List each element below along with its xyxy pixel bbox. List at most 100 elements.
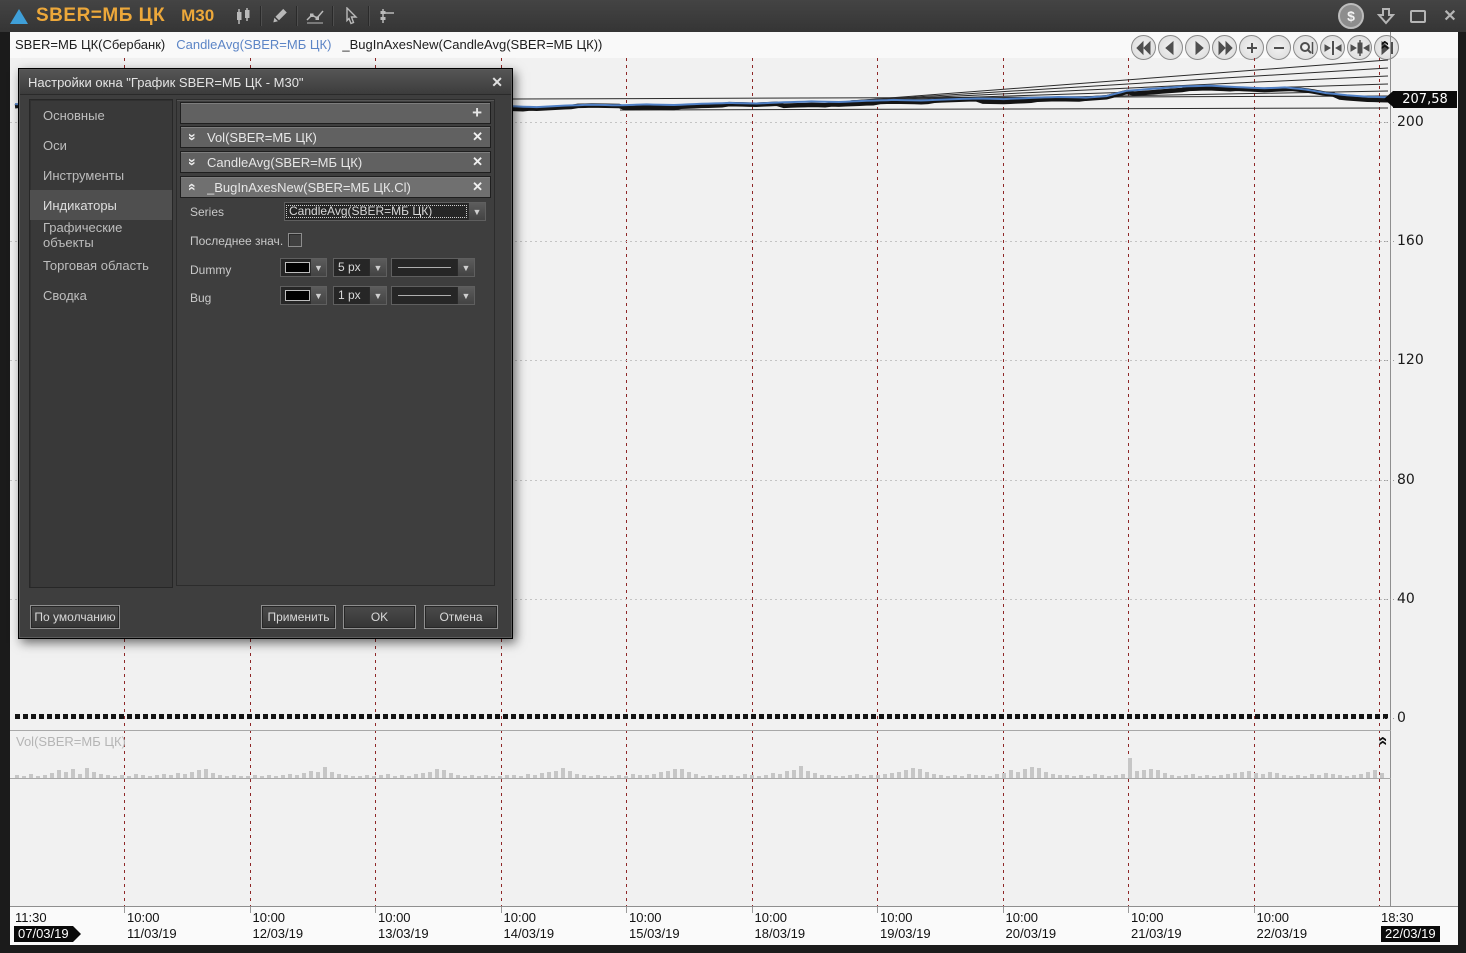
chevron-down-icon[interactable]: ▼ [310,287,326,304]
zoom-in-button[interactable] [1239,35,1264,60]
chevron-down-icon[interactable]: ▼ [468,203,485,220]
chevron-down-icon[interactable]: ▼ [369,259,386,276]
sidebar-item-3[interactable]: Индикаторы [30,190,172,220]
time-axis-tick [626,907,627,913]
volume-bar [57,770,61,778]
bug-in-axes-line [620,108,1388,110]
volume-bar [1128,758,1132,778]
volume-bar [554,771,558,778]
line-width-dropdown[interactable]: 1 px▼ [333,286,387,305]
price-badge-arrow [1384,91,1393,107]
add-indicator-row[interactable]: + [180,102,491,124]
last-value-checkbox[interactable] [288,233,302,247]
pane-separator-2[interactable] [10,778,1391,779]
sidebar-item-5[interactable]: Торговая область [30,250,172,280]
dialog-indicators-panel: + »Vol(SBER=МБ ЦК)✕»CandleAvg(SBER=МБ ЦК… [176,99,495,586]
volume-bar [904,770,908,778]
line-width-value: 5 px [334,260,369,275]
time-axis-time-label: 10:00 [1131,910,1164,925]
add-indicator-icon[interactable]: + [472,105,482,121]
line-style-dropdown[interactable]: ▼ [391,258,475,277]
volume-bar [442,770,446,778]
expand-indicator-icon[interactable]: » [185,129,201,145]
sidebar-item-2[interactable]: Инструменты [30,160,172,190]
sidebar-item-6[interactable]: Сводка [30,280,172,310]
collapse-indicator-icon[interactable]: « [185,179,201,195]
step-back-all-button[interactable] [1131,35,1156,60]
time-axis-date-label: 22/03/19 [1257,926,1308,941]
zoom-box-button[interactable] [1293,35,1318,60]
volume-bar [71,769,75,778]
volume-bar [1009,770,1013,778]
volume-bar [911,768,915,778]
pane-separator[interactable] [10,730,1391,731]
sidebar-item-4[interactable]: Графические объекты [30,220,172,250]
apply-button[interactable]: Применить [261,605,336,629]
ok-button[interactable]: OK [343,605,416,629]
y-axis-minor-tick [1384,599,1394,600]
toolbar-separator [332,6,334,26]
color-dropdown[interactable]: ▼ [280,258,327,277]
remove-indicator-icon[interactable]: ✕ [472,179,483,195]
volume-bar [1142,770,1146,778]
legend-item[interactable]: SBER=МБ ЦК(Сбербанк) [15,37,165,52]
step-forward-button[interactable] [1185,35,1210,60]
indicator-row[interactable]: »Vol(SBER=МБ ЦК)✕ [180,126,491,148]
time-axis-date-label: 07/03/19 [14,926,73,942]
download-icon[interactable] [1376,6,1396,26]
close-icon[interactable]: ✕ [1440,6,1460,26]
chevron-down-icon[interactable]: ▼ [457,287,474,304]
levels-icon[interactable] [372,3,402,29]
shrink-candles-button[interactable] [1347,35,1372,60]
shrink-horizontal-button[interactable] [1320,35,1345,60]
chevron-down-icon[interactable]: ▼ [457,259,474,276]
cancel-button[interactable]: Отмена [424,605,498,629]
volume-bar [1135,771,1139,778]
indicator-tool-icon[interactable] [300,3,330,29]
expand-indicator-icon[interactable]: » [185,154,201,170]
volume-bar [918,769,922,778]
volume-bar [680,769,684,778]
remove-indicator-icon[interactable]: ✕ [472,129,483,145]
volume-bar [204,769,208,778]
legend-item[interactable]: _BugInAxesNew(CandleAvg(SBER=МБ ЦК)) [342,37,602,52]
volume-bar [1037,768,1041,778]
color-swatch [285,290,310,301]
time-axis-tick [1003,907,1004,913]
time-axis-date-label: 18/03/19 [755,926,806,941]
chevron-down-icon[interactable]: ▼ [369,287,386,304]
time-axis: 11:3007/03/1910:0011/03/1910:0012/03/191… [10,906,1458,945]
time-axis-time-label: 10:00 [629,910,662,925]
dialog-sidebar: ОсновныеОсиИнструментыИндикаторыГрафичес… [29,99,173,588]
indicator-row[interactable]: «_BugInAxesNew(SBER=МБ ЦК.Cl)✕ [180,176,491,198]
dialog-close-icon[interactable]: ✕ [491,74,503,91]
default-button[interactable]: По умолчанию [30,605,120,629]
volume-bar [1247,771,1251,778]
sidebar-item-1[interactable]: Оси [30,130,172,160]
line-width-dropdown[interactable]: 5 px▼ [333,258,387,277]
series-label: Series [190,205,224,219]
remove-indicator-icon[interactable]: ✕ [472,154,483,170]
dollar-icon[interactable]: $ [1338,3,1364,29]
cursor-icon[interactable] [336,3,366,29]
dialog-title-bar[interactable]: Настройки окна "График SBER=МБ ЦК - М30"… [20,70,511,95]
chevron-down-icon[interactable]: ▼ [310,259,326,276]
sidebar-item-0[interactable]: Основные [30,100,172,130]
legend-item[interactable]: CandleAvg(SBER=МБ ЦК) [176,37,331,52]
volume-bar [1149,769,1153,778]
time-axis-date-label: 12/03/19 [253,926,304,941]
minimize-icon[interactable] [1408,6,1428,26]
step-back-button[interactable] [1158,35,1183,60]
line-style-sample [398,295,451,296]
volume-bar [666,771,670,778]
volume-bar [561,768,565,778]
indicator-row[interactable]: »CandleAvg(SBER=МБ ЦК)✕ [180,151,491,173]
zoom-out-button[interactable] [1266,35,1291,60]
line-style-dropdown[interactable]: ▼ [391,286,475,305]
color-dropdown[interactable]: ▼ [280,286,327,305]
candles-mode-icon[interactable] [228,3,258,29]
series-dropdown[interactable]: CandleAvg(SBER=МБ ЦК) ▼ [284,202,486,221]
step-forward-all-button[interactable] [1212,35,1237,60]
volume-bar [309,771,313,778]
pencil-draw-icon[interactable] [264,3,294,29]
